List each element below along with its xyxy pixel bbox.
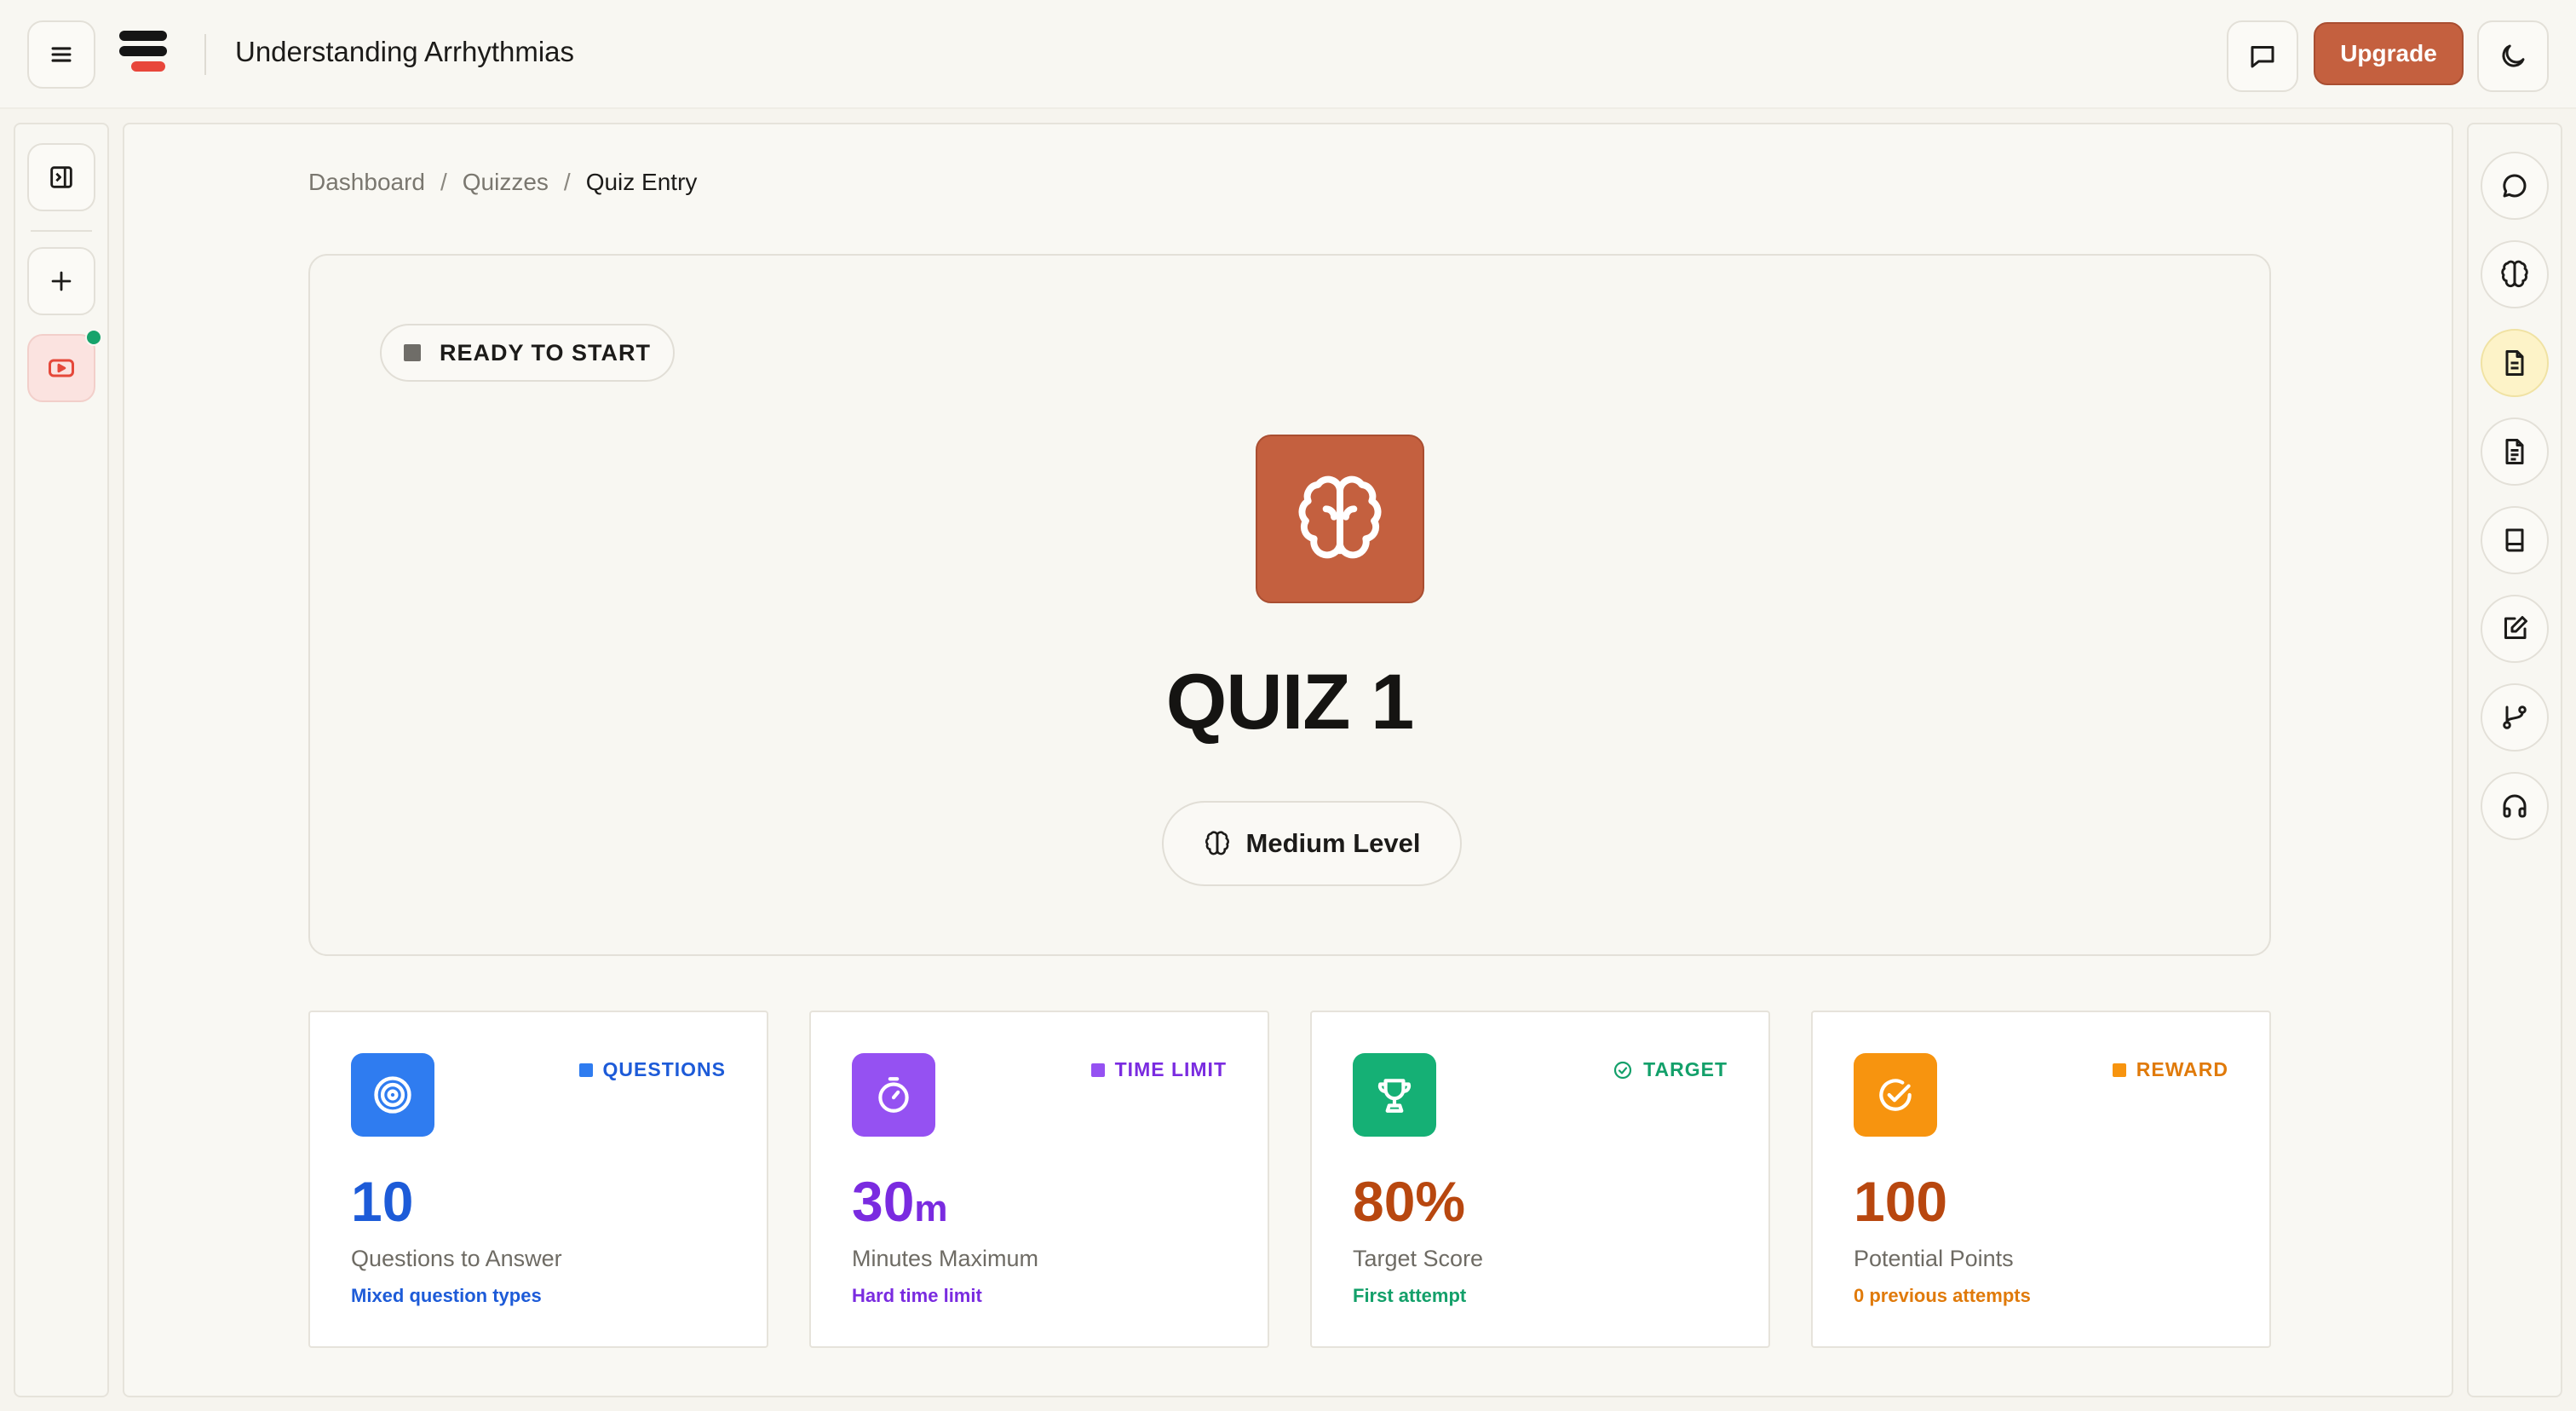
difficulty-text: Medium Level [1245, 828, 1421, 858]
status-badge: READY TO START [380, 324, 676, 382]
branch-icon [2503, 706, 2527, 729]
breadcrumb-separator: / [563, 169, 571, 195]
divider [204, 34, 206, 75]
top-bar: Understanding Arrhythmias Upgrade [0, 0, 2576, 109]
video-source-button[interactable] [27, 334, 95, 402]
quiz-tool-button[interactable] [2481, 329, 2549, 397]
audio-tool-button[interactable] [2481, 772, 2549, 840]
breadcrumb-quiz-entry: Quiz Entry [585, 169, 698, 195]
right-rail [2467, 123, 2562, 1397]
menu-icon [51, 47, 72, 62]
stat-tag: REWARD [2112, 1058, 2228, 1081]
stat-value-unit: m [914, 1188, 948, 1230]
stat-tag: QUESTIONS [578, 1058, 726, 1081]
stat-value-number: 100 [1854, 1170, 1948, 1233]
notification-dot [85, 329, 102, 346]
stat-icon-tile [351, 1053, 434, 1137]
timer-icon [878, 1077, 909, 1113]
stat-subtext: 0 previous attempts [1854, 1285, 2031, 1306]
stat-tag-text: TIME LIMIT [1114, 1058, 1227, 1080]
stat-value: 10 [351, 1169, 413, 1234]
main-content: Dashboard / Quizzes / Quiz Entry READY T… [123, 123, 2453, 1397]
check-circle-icon [1614, 1061, 1632, 1079]
page-title: Understanding Arrhythmias [235, 36, 575, 67]
stat-subtext: First attempt [1353, 1285, 1467, 1306]
document-tool-button[interactable] [2481, 418, 2549, 486]
stat-subtext: Mixed question types [351, 1285, 542, 1306]
stat-card-reward: REWARD 100 Potential Points 0 previous a… [1811, 1011, 2271, 1348]
stat-tag-text: QUESTIONS [602, 1058, 726, 1080]
brain-icon [1298, 475, 1382, 559]
theme-toggle-button[interactable] [2477, 20, 2549, 92]
stat-subtext: Hard time limit [852, 1285, 982, 1306]
rail-separator [31, 230, 92, 232]
mindmap-tool-button[interactable] [2481, 240, 2549, 308]
stat-label: Target Score [1353, 1246, 1484, 1271]
stat-value-number: 10 [351, 1170, 414, 1233]
check-circle-icon [1879, 1079, 1912, 1111]
left-rail [14, 123, 109, 1397]
quiz-hero-card: READY TO START QUIZ 1 Medium Level [308, 254, 2271, 956]
new-item-button[interactable] [27, 247, 95, 315]
stat-tag: TIME LIMIT [1090, 1058, 1227, 1081]
quiz-icon-tile [1256, 435, 1424, 603]
stat-value: 80% [1353, 1169, 1465, 1234]
breadcrumb-quizzes[interactable]: Quizzes [463, 169, 549, 196]
youtube-icon [49, 359, 74, 377]
stat-value: 30m [852, 1169, 948, 1234]
stat-label: Potential Points [1854, 1246, 2014, 1271]
chat-tool-button[interactable] [2481, 152, 2549, 220]
stat-card-questions: QUESTIONS 10 Questions to Answer Mixed q… [308, 1011, 768, 1348]
tag-square-icon [1090, 1063, 1105, 1077]
stat-card-target: TARGET 80% Target Score First attempt [1310, 1011, 1770, 1348]
status-indicator-icon [404, 344, 421, 361]
stat-tag-text: REWARD [2136, 1058, 2228, 1080]
stat-tag: TARGET [1613, 1058, 1728, 1081]
stat-value-number: 80% [1353, 1170, 1466, 1233]
upgrade-button[interactable]: Upgrade [2314, 22, 2464, 85]
book-tool-button[interactable] [2481, 506, 2549, 574]
breadcrumb: Dashboard / Quizzes / Quiz Entry [308, 169, 697, 196]
notes-icon [2505, 350, 2524, 376]
book-icon [2505, 528, 2524, 552]
tag-square-icon [2112, 1063, 2126, 1077]
plus-icon [51, 271, 72, 291]
edit-tool-button[interactable] [2481, 595, 2549, 663]
stat-label: Questions to Answer [351, 1246, 562, 1271]
chat-icon [2251, 46, 2274, 68]
sidebar-toggle-button[interactable] [27, 143, 95, 211]
stat-icon-tile [1854, 1053, 1937, 1137]
headphones-icon [2503, 794, 2527, 818]
logo-icon[interactable] [119, 31, 167, 75]
difficulty-badge: Medium Level [1162, 801, 1462, 886]
stat-label: Minutes Maximum [852, 1246, 1039, 1271]
branch-tool-button[interactable] [2481, 683, 2549, 752]
chat-bubble-icon [2503, 174, 2527, 198]
stat-value: 100 [1854, 1169, 1947, 1234]
trophy-icon [1377, 1079, 1412, 1113]
brain-icon [1205, 831, 1229, 855]
chat-button[interactable] [2227, 20, 2298, 92]
edit-icon [2504, 616, 2527, 639]
stat-tag-text: TARGET [1643, 1058, 1728, 1080]
moon-icon [2502, 44, 2525, 67]
stat-icon-tile [852, 1053, 935, 1137]
brain-icon [2501, 260, 2528, 288]
breadcrumb-separator: / [440, 169, 447, 195]
stat-value-number: 30 [852, 1170, 915, 1233]
status-text: READY TO START [440, 339, 652, 366]
quiz-title: QUIZ 1 [1165, 659, 1414, 746]
sidebar-toggle-icon [50, 166, 72, 188]
menu-button[interactable] [27, 20, 95, 89]
target-icon [374, 1076, 411, 1114]
app-root: Understanding Arrhythmias Upgrade Dashbo… [0, 0, 2576, 1411]
document-icon [2505, 439, 2524, 464]
stat-card-time-limit: TIME LIMIT 30m Minutes Maximum Hard time… [809, 1011, 1269, 1348]
breadcrumb-dashboard[interactable]: Dashboard [308, 169, 425, 196]
tag-square-icon [578, 1063, 593, 1077]
stat-icon-tile [1353, 1053, 1436, 1137]
